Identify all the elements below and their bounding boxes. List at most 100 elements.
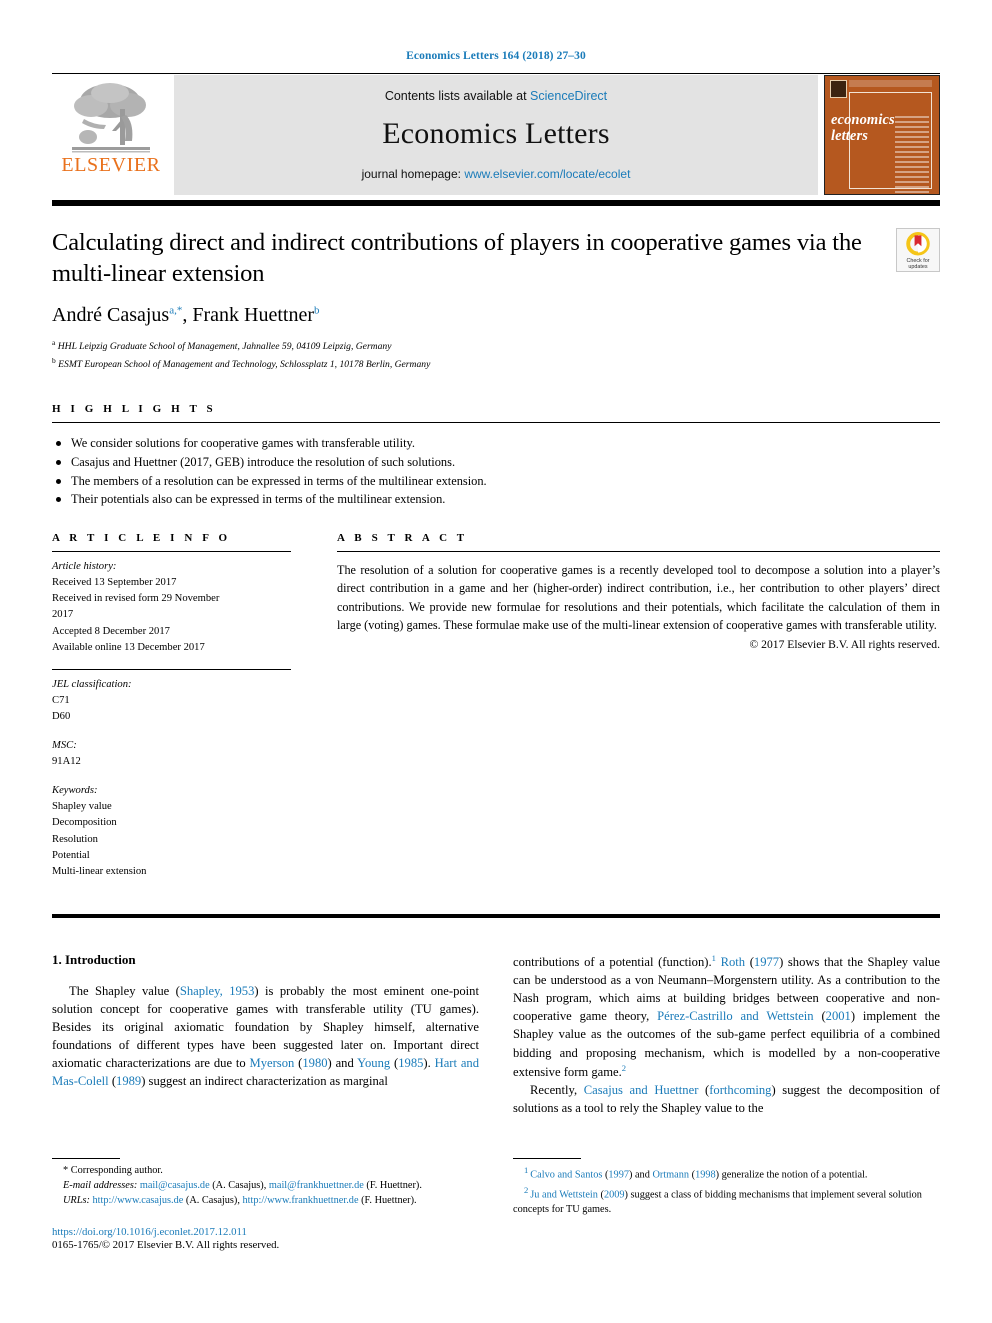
citation-ortmann-year[interactable]: 1998 [695, 1170, 716, 1181]
footnote-2: 2 Ju and Wettstein (2009) suggest a class… [513, 1184, 940, 1218]
journal-homepage-line: journal homepage: www.elsevier.com/locat… [362, 167, 631, 181]
urls-label: URLs: [63, 1195, 90, 1207]
keyword: Multi-linear extension [52, 865, 147, 877]
intro-paragraph-2: Recently, Casajus and Huettner (forthcom… [513, 1081, 940, 1117]
affiliation-list: a HHL Leipzig Graduate School of Managem… [52, 337, 880, 373]
affiliation-a-text: HHL Leipzig Graduate School of Managemen… [57, 340, 392, 352]
citation-myerson-year[interactable]: 1980 [302, 1056, 327, 1070]
intro-text-8: ) suggest an indirect characterization a… [141, 1074, 388, 1089]
citation-ju-wettstein[interactable]: Ju and Wettstein [530, 1189, 598, 1200]
intro-right-text-6: Recently, [530, 1083, 584, 1098]
keywords-group: Keywords: Shapley value Decomposition Re… [52, 776, 291, 886]
issn-copyright-line: 0165-1765/© 2017 Elsevier B.V. All right… [52, 1239, 280, 1251]
email-link-huettner[interactable]: mail@frankhuettner.de [269, 1180, 364, 1191]
crossmark-label: Check for updates [906, 258, 929, 272]
body-columns: 1. Introduction The Shapley value (Shapl… [52, 952, 940, 1118]
intro-paragraph-1: The Shapley value (Shapley, 1953) is pro… [52, 982, 479, 1091]
intro-text-1: The Shapley value ( [69, 983, 180, 998]
email1-owner: (A. Casajus), [209, 1180, 269, 1192]
highlights-list: We consider solutions for cooperative ga… [52, 434, 940, 509]
footnote-ref-2[interactable]: 2 [622, 1063, 626, 1073]
citation-calvo-santos-year[interactable]: 1997 [608, 1170, 629, 1181]
citation-young[interactable]: Young [357, 1056, 390, 1070]
jel-group: JEL classification: C71 D60 [52, 670, 291, 731]
citation-young-year[interactable]: 1985 [398, 1056, 423, 1070]
jel-code: C71 [52, 694, 70, 706]
citation-perez-castrillo-wettstein[interactable]: Pérez-Castrillo and Wettstein [657, 1009, 813, 1023]
citation-roth[interactable]: Roth [721, 955, 746, 969]
cover-toc-lines [895, 116, 929, 194]
author-1-affil-marker[interactable]: a,* [169, 304, 182, 316]
section-heading-introduction: 1. Introduction [52, 951, 136, 967]
journal-cover-image: economics letters [824, 75, 940, 195]
author-2-affil-marker[interactable]: b [314, 304, 320, 316]
citation-hart-mascolell-year[interactable]: 1989 [116, 1074, 141, 1088]
footnote-column-left: * Corresponding author. E-mail addresses… [52, 1158, 479, 1251]
sciencedirect-link[interactable]: ScienceDirect [530, 89, 607, 103]
citation-shapley-1953[interactable]: Shapley, 1953 [180, 984, 255, 998]
elsevier-logo: ELSEVIER [52, 75, 170, 195]
affiliation-a-marker: a [52, 337, 56, 347]
highlights-rule [52, 421, 940, 423]
intro-right-text-2: ( [745, 954, 754, 969]
email-label: E-mail addresses: [63, 1180, 138, 1192]
abstract-copyright: © 2017 Elsevier B.V. All rights reserved… [749, 638, 940, 652]
intro-text-6: ). [423, 1056, 435, 1071]
journal-masthead: ELSEVIER Contents lists available at Sci… [52, 75, 940, 195]
intro-text-7: ( [108, 1074, 117, 1089]
elsevier-tree-icon [72, 83, 150, 153]
author-list: André Casajusa,*, Frank Huettnerb [52, 303, 320, 326]
history-line: Available online 13 December 2017 [52, 641, 205, 653]
urls-note: URLs: http://www.casajus.de (A. Casajus)… [52, 1194, 479, 1209]
citation-roth-year[interactable]: 1977 [754, 955, 779, 969]
citation-calvo-santos[interactable]: Calvo and Santos [530, 1170, 602, 1181]
article-history-group: Article history: Received 13 September 2… [52, 552, 291, 662]
url-link-casajus[interactable]: http://www.casajus.de [92, 1195, 183, 1206]
cover-stamp-icon [830, 80, 847, 98]
url-link-huettner[interactable]: http://www.frankhuettner.de [243, 1195, 359, 1206]
list-item: Casajus and Huettner (2017, GEB) introdu… [52, 453, 940, 472]
keyword: Resolution [52, 833, 98, 845]
journal-homepage-link[interactable]: www.elsevier.com/locate/ecolet [464, 167, 630, 181]
journal-title: Economics Letters [382, 117, 610, 150]
citation-perez-castrillo-year[interactable]: 2001 [826, 1009, 851, 1023]
footnote-area: * Corresponding author. E-mail addresses… [52, 1158, 940, 1251]
affiliation-b-marker: b [52, 355, 56, 365]
citation-ortmann[interactable]: Ortmann [652, 1170, 689, 1181]
email-link-casajus[interactable]: mail@casajus.de [140, 1180, 210, 1191]
affiliation-b: b ESMT European School of Management and… [52, 355, 880, 373]
list-item: Their potentials also can be expressed i… [52, 490, 940, 509]
crossmark-badge[interactable]: Check for updates [896, 228, 940, 272]
abstract-text: The resolution of a solution for coopera… [337, 563, 940, 633]
body-column-left: 1. Introduction The Shapley value (Shapl… [52, 952, 479, 1118]
highlights-section: H I G H L I G H T S We consider solution… [52, 403, 940, 509]
intro-text-4: ) and [327, 1056, 358, 1071]
title-main: Calculating direct and indirect contribu… [52, 228, 896, 373]
doi-link[interactable]: https://doi.org/10.1016/j.econlet.2017.1… [52, 1226, 479, 1238]
footnote-column-right: 1 Calvo and Santos (1997) and Ortmann (19… [513, 1158, 940, 1251]
footnote-1: 1 Calvo and Santos (1997) and Ortmann (19… [513, 1164, 940, 1183]
footnote-1-text-4: ) generalize the notion of a potential. [715, 1169, 868, 1181]
citation-casajus-huettner[interactable]: Casajus and Huettner [584, 1083, 699, 1097]
masthead-center: Contents lists available at ScienceDirec… [174, 75, 818, 195]
article-info-heading: A R T I C L E I N F O [52, 532, 231, 545]
footnote-rule-left [52, 1158, 120, 1160]
citation-ju-wettstein-year[interactable]: 2009 [604, 1189, 625, 1200]
intro-text-5: ( [390, 1056, 399, 1071]
footnote-ref-1[interactable]: 1 [712, 953, 716, 963]
citation-myerson[interactable]: Myerson [250, 1056, 295, 1070]
jel-code: D60 [52, 710, 71, 722]
article-info-column: A R T I C L E I N F O Article history: R… [52, 532, 337, 886]
jel-label: JEL classification: [52, 678, 132, 690]
msc-group: MSC: 91A12 [52, 731, 291, 776]
author-name-1: André Casajus [52, 303, 170, 326]
citation-casajus-huettner-year[interactable]: forthcoming [709, 1083, 771, 1097]
contents-prefix: Contents lists available at [384, 89, 531, 103]
keyword: Shapley value [52, 801, 112, 813]
keyword: Potential [52, 849, 90, 861]
history-line: Accepted 8 December 2017 [52, 625, 170, 637]
email2-owner: (F. Huettner). [363, 1180, 422, 1192]
doi-block: https://doi.org/10.1016/j.econlet.2017.1… [52, 1226, 479, 1251]
intro-right-text-7: ( [698, 1083, 710, 1098]
url1-owner: (A. Casajus), [183, 1195, 243, 1207]
